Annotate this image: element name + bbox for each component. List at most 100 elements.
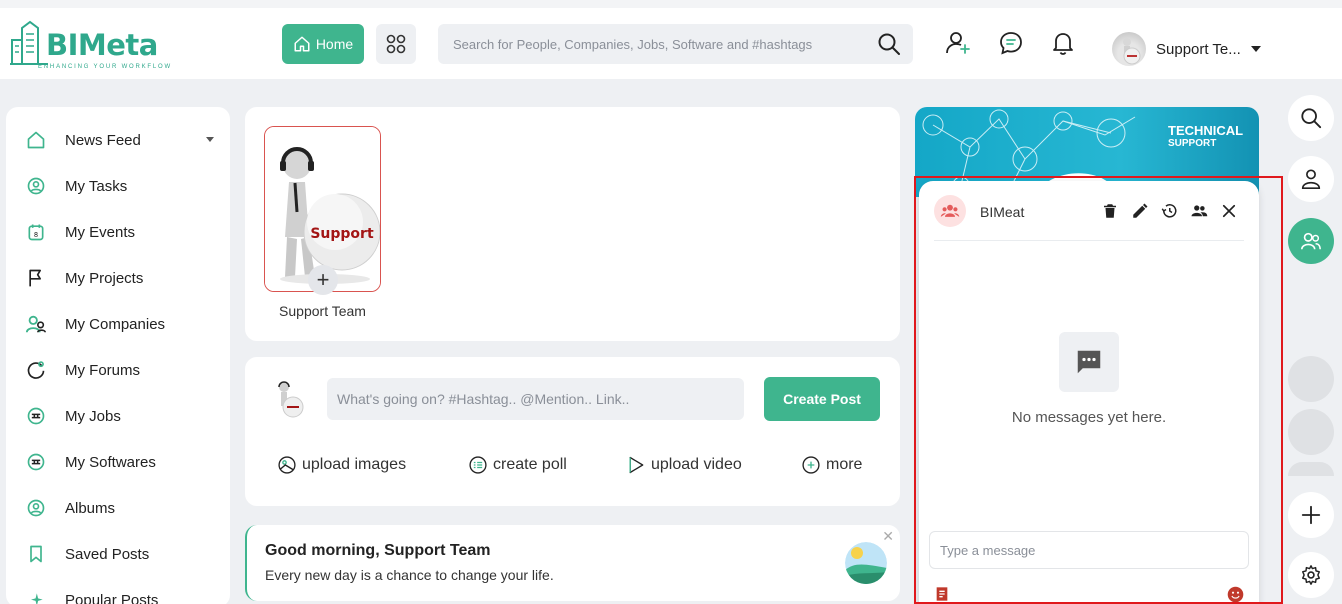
edit-icon[interactable] (1131, 202, 1149, 220)
sidebar-item-label: My Forums (65, 361, 140, 379)
contact-avatar-placeholder[interactable] (1288, 462, 1334, 476)
people-icon (25, 315, 46, 333)
rail-settings-button[interactable] (1288, 552, 1334, 598)
delete-icon[interactable] (1101, 202, 1119, 220)
close-icon[interactable] (1220, 202, 1238, 220)
action-label: create poll (493, 456, 567, 473)
greeting-card: Good morning, Support Team Every new day… (245, 525, 900, 601)
rail-groups-button[interactable] (1288, 218, 1334, 264)
sidebar: News Feed My Tasks 8 My Events My Projec… (6, 107, 230, 604)
rail-search-button[interactable] (1288, 95, 1334, 141)
calendar-icon: 8 (28, 224, 44, 241)
apps-grid-icon (386, 34, 406, 54)
contact-avatar-placeholder[interactable] (1288, 356, 1334, 402)
sidebar-item-label: My Events (65, 223, 136, 241)
create-post-button[interactable]: Create Post (764, 377, 880, 421)
greeting-subtitle: Every new day is a chance to change your… (265, 567, 554, 583)
sidebar-item-label: My Companies (65, 315, 166, 333)
gear-icon (1302, 565, 1320, 585)
upload-video-button[interactable]: upload video (626, 455, 742, 475)
sidebar-item-label: My Projects (65, 269, 144, 287)
add-friend-icon[interactable] (945, 30, 971, 56)
plus-circle-icon (802, 456, 820, 474)
support-avatar-icon (1123, 38, 1141, 65)
logo[interactable]: BIMeta ENHANCING YOUR WORKFLOW (8, 20, 170, 70)
add-story-button[interactable]: + (308, 265, 338, 295)
avatar (278, 381, 304, 418)
story-image-text: Support (310, 226, 374, 242)
message-input[interactable] (929, 531, 1249, 569)
sidebar-item-my-softwares[interactable]: My Softwares (6, 439, 230, 485)
caret-down-icon[interactable] (206, 137, 214, 142)
sidebar-item-my-jobs[interactable]: My Jobs (6, 393, 230, 439)
banner-title: TECHNICAL (1168, 123, 1244, 138)
user-icon (1301, 169, 1321, 189)
upload-images-button[interactable]: upload images (277, 455, 406, 475)
action-label: upload images (302, 456, 407, 473)
sidebar-item-popular-posts[interactable]: Popular Posts (6, 577, 230, 604)
apps-button[interactable] (376, 24, 416, 64)
empty-state-text: No messages yet here. (1011, 409, 1167, 426)
plus-icon (1301, 505, 1321, 525)
greeting-title: Good morning, Support Team (265, 542, 491, 559)
group-avatar (934, 195, 966, 227)
home-icon (27, 131, 45, 149)
empty-chat-box (1059, 332, 1119, 392)
search-icon (1301, 108, 1322, 129)
sidebar-item-news-feed[interactable]: News Feed (6, 117, 230, 163)
sidebar-item-my-forums[interactable]: My Forums (6, 347, 230, 393)
poll-icon (469, 456, 487, 474)
sidebar-item-saved-posts[interactable]: Saved Posts (6, 531, 230, 577)
brand-tagline: ENHANCING YOUR WORKFLOW (38, 64, 172, 70)
document-icon[interactable] (934, 586, 950, 602)
post-input[interactable] (327, 378, 744, 420)
rail-profile-button[interactable] (1288, 156, 1334, 202)
album-icon (27, 499, 45, 517)
home-label: Home (315, 36, 354, 52)
sidebar-item-my-companies[interactable]: My Companies (6, 301, 230, 347)
chevron-down-icon (1250, 46, 1261, 52)
stories-card: Support + Support Team (245, 107, 900, 341)
bookmark-icon (30, 545, 42, 563)
home-icon (294, 36, 310, 52)
bell-icon[interactable] (1050, 30, 1076, 56)
rail-add-button[interactable] (1288, 492, 1334, 538)
chat-header: BIMeat (934, 194, 1244, 241)
user-menu[interactable]: Support Te... (1112, 32, 1261, 66)
image-icon (278, 456, 296, 474)
sidebar-item-label: Popular Posts (65, 591, 159, 604)
banner-subtitle: SUPPORT (1168, 138, 1217, 149)
action-label: more (826, 456, 863, 473)
contact-avatar-placeholder[interactable] (1288, 409, 1334, 455)
close-icon[interactable]: ✕ (882, 528, 894, 545)
sidebar-item-my-projects[interactable]: My Projects (6, 255, 230, 301)
search-bar (438, 24, 913, 64)
search-icon[interactable] (877, 32, 901, 56)
sparkle-icon (31, 593, 43, 604)
chat-name: BIMeat (980, 204, 1025, 220)
home-button[interactable]: Home (282, 24, 364, 64)
create-poll-button[interactable]: create poll (468, 455, 567, 475)
sidebar-item-label: News Feed (65, 131, 141, 149)
sidebar-item-my-tasks[interactable]: My Tasks (6, 163, 230, 209)
post-composer: Create Post upload images create poll up… (245, 357, 900, 506)
software-icon (27, 453, 45, 471)
flag-icon (29, 269, 42, 287)
tasks-icon (27, 177, 45, 195)
members-icon[interactable] (1190, 202, 1208, 220)
avatar (1112, 32, 1146, 66)
svg-text:8: 8 (34, 231, 38, 239)
sidebar-item-label: My Jobs (65, 407, 121, 425)
group-icon (1301, 232, 1321, 250)
top-bar: BIMeta ENHANCING YOUR WORKFLOW Home Sear… (0, 0, 1342, 79)
search-input[interactable] (438, 24, 858, 64)
sidebar-item-my-events[interactable]: 8 My Events (6, 209, 230, 255)
history-icon[interactable] (1160, 202, 1178, 220)
sidebar-item-albums[interactable]: Albums (6, 485, 230, 531)
emoji-icon[interactable] (1227, 586, 1244, 603)
more-button[interactable]: more (801, 455, 862, 475)
forum-icon (27, 361, 45, 379)
messages-icon[interactable] (998, 30, 1024, 56)
jobs-icon (27, 407, 45, 425)
logo-building-icon (10, 20, 48, 65)
